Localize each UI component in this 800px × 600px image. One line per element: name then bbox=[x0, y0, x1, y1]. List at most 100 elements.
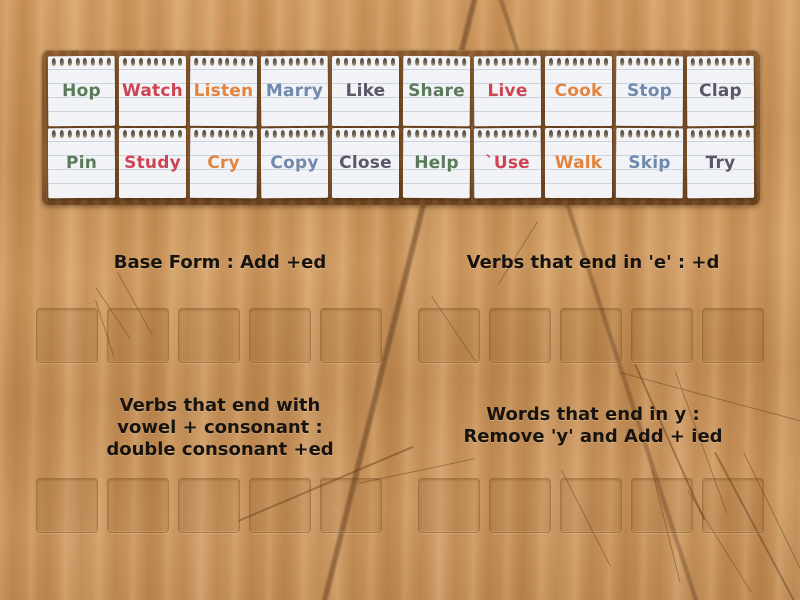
spiral-ring-icon bbox=[714, 130, 719, 139]
drop-slot[interactable] bbox=[107, 308, 169, 363]
drop-slot[interactable] bbox=[418, 478, 480, 533]
spiral-ring-icon bbox=[414, 129, 420, 138]
spiral-ring-icon bbox=[556, 58, 561, 66]
word-card[interactable]: Walk bbox=[545, 128, 612, 198]
drop-slot[interactable] bbox=[702, 308, 764, 363]
spiral-ring-icon bbox=[249, 58, 254, 67]
drop-slot[interactable] bbox=[249, 478, 311, 533]
drop-slot[interactable] bbox=[36, 478, 98, 533]
spiral-ring-icon bbox=[627, 57, 633, 66]
spiral-ring-icon bbox=[194, 129, 199, 138]
spiral-ring-icon bbox=[67, 130, 72, 139]
drop-slot[interactable] bbox=[702, 478, 764, 533]
spiral-ring-icon bbox=[730, 129, 735, 138]
spiral-ring-icon bbox=[146, 130, 151, 138]
spiral-ring-icon bbox=[659, 58, 664, 67]
category-title-line: Verbs that end in 'e' : +d bbox=[466, 252, 720, 273]
spiral-ring-icon bbox=[675, 58, 680, 67]
spiral-ring-icon bbox=[675, 130, 680, 139]
spiral-ring-icon bbox=[501, 130, 506, 139]
spiral-ring-icon bbox=[572, 130, 577, 138]
word-card[interactable]: Listen bbox=[189, 55, 258, 127]
word-card[interactable]: Study bbox=[119, 128, 186, 198]
drop-slot[interactable] bbox=[320, 308, 382, 363]
word-card-label: Like bbox=[345, 81, 386, 101]
spiral-ring-icon bbox=[343, 58, 348, 66]
word-card[interactable]: Watch bbox=[119, 56, 186, 126]
word-card[interactable]: Stop bbox=[615, 55, 684, 127]
word-card-label: Share bbox=[408, 80, 465, 102]
drop-slot[interactable] bbox=[560, 478, 622, 533]
drop-slot[interactable] bbox=[178, 478, 240, 533]
word-card-tray: Hop Watch Listen Marry Like Share Live Cook Stop… bbox=[42, 50, 760, 205]
spiral-binding-icon bbox=[407, 57, 467, 67]
spiral-ring-icon bbox=[367, 58, 372, 66]
word-card[interactable]: Marry bbox=[260, 55, 329, 127]
spiral-ring-icon bbox=[201, 57, 207, 66]
drop-slot[interactable] bbox=[631, 478, 693, 533]
drop-slot[interactable] bbox=[320, 478, 382, 533]
spiral-ring-icon bbox=[162, 130, 167, 138]
spiral-ring-icon bbox=[359, 58, 364, 66]
spiral-binding-icon bbox=[336, 130, 395, 139]
word-card[interactable]: Help bbox=[402, 127, 471, 199]
word-card-label: Cry bbox=[207, 152, 240, 174]
category-title-base-form: Base Form : Add +ed bbox=[75, 252, 365, 274]
word-card[interactable]: Pin bbox=[47, 127, 116, 199]
spiral-ring-icon bbox=[123, 130, 127, 138]
spiral-ring-icon bbox=[698, 58, 703, 67]
word-card[interactable]: Skip bbox=[615, 127, 684, 199]
spiral-binding-icon bbox=[620, 129, 680, 139]
word-card[interactable]: Copy bbox=[260, 127, 329, 199]
word-card[interactable]: Close bbox=[332, 128, 399, 198]
spiral-ring-icon bbox=[311, 57, 316, 66]
word-card[interactable]: Cook bbox=[545, 56, 612, 126]
drop-slot[interactable] bbox=[107, 478, 169, 533]
spiral-ring-icon bbox=[201, 129, 207, 138]
drop-slot[interactable] bbox=[631, 308, 693, 363]
drop-slot[interactable] bbox=[418, 308, 480, 363]
category-title-end-in-e: Verbs that end in 'e' : +d bbox=[448, 252, 738, 274]
spiral-ring-icon bbox=[659, 130, 664, 139]
spiral-ring-icon bbox=[319, 57, 324, 66]
word-card[interactable]: Share bbox=[402, 55, 471, 127]
word-card[interactable]: Like bbox=[332, 56, 399, 126]
spiral-ring-icon bbox=[501, 58, 506, 67]
category-title-vowel-consonant: Verbs that end with vowel + consonant : do… bbox=[75, 395, 365, 461]
word-card[interactable]: Live bbox=[473, 55, 542, 127]
word-card[interactable]: Try bbox=[686, 127, 755, 199]
word-card-label: Study bbox=[124, 153, 181, 173]
word-card-label: Listen bbox=[193, 80, 254, 102]
drop-slot[interactable] bbox=[36, 308, 98, 363]
drop-slot[interactable] bbox=[489, 478, 551, 533]
spiral-ring-icon bbox=[635, 129, 640, 138]
word-card[interactable]: Clap bbox=[686, 55, 755, 127]
spiral-ring-icon bbox=[588, 58, 593, 66]
spiral-ring-icon bbox=[517, 129, 522, 138]
spiral-ring-icon bbox=[422, 57, 427, 66]
spiral-ring-icon bbox=[130, 130, 135, 138]
word-card-label: Help bbox=[414, 152, 459, 174]
spiral-ring-icon bbox=[67, 58, 72, 67]
drop-slot[interactable] bbox=[178, 308, 240, 363]
spiral-ring-icon bbox=[493, 130, 498, 139]
drop-slot[interactable] bbox=[249, 308, 311, 363]
spiral-ring-icon bbox=[572, 58, 577, 66]
spiral-ring-icon bbox=[177, 130, 182, 138]
word-card-label: Stop bbox=[626, 80, 673, 102]
spiral-ring-icon bbox=[390, 58, 395, 66]
word-card[interactable]: `Use bbox=[473, 127, 542, 199]
spiral-ring-icon bbox=[430, 129, 435, 138]
drop-slot[interactable] bbox=[489, 308, 551, 363]
spiral-ring-icon bbox=[477, 130, 482, 139]
word-card-label: Pin bbox=[65, 152, 98, 174]
spiral-ring-icon bbox=[375, 130, 380, 138]
drop-slot[interactable] bbox=[560, 308, 622, 363]
spiral-ring-icon bbox=[549, 130, 553, 138]
word-card[interactable]: Hop bbox=[47, 55, 116, 127]
spiral-ring-icon bbox=[651, 130, 656, 139]
word-card[interactable]: Cry bbox=[189, 127, 258, 199]
spiral-ring-icon bbox=[690, 130, 695, 139]
word-card-label: `Use bbox=[485, 152, 530, 174]
word-card-row-1: Hop Watch Listen Marry Like Share Live Cook Stop… bbox=[46, 55, 756, 127]
